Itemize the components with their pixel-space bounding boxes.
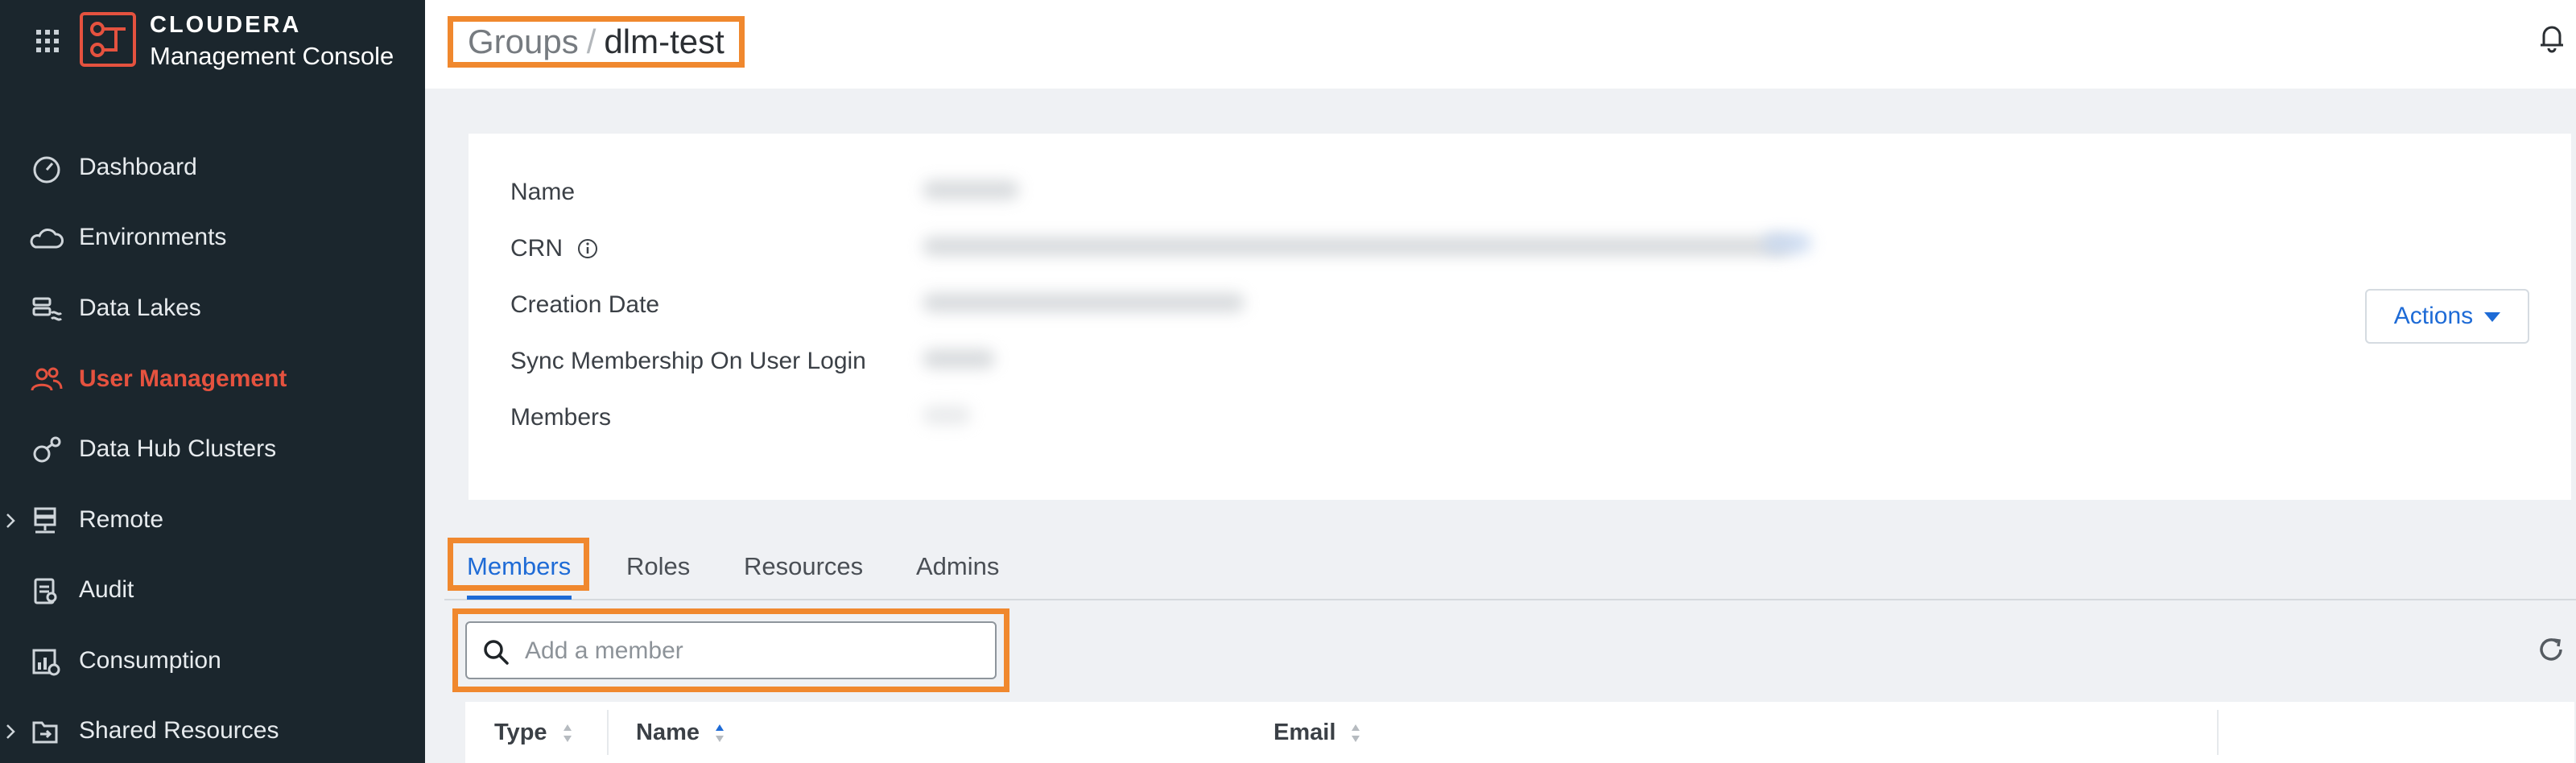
- tabs-divider: [444, 599, 2576, 600]
- tab-admins[interactable]: Admins: [916, 552, 999, 581]
- actions-dropdown-button[interactable]: Actions: [2365, 289, 2529, 344]
- dashboard-gauge-icon: [33, 156, 60, 184]
- sort-ascending-icon: [716, 724, 724, 743]
- search-icon: [484, 640, 509, 665]
- consumption-chart-icon: [32, 649, 60, 676]
- members-table-header: Type Name Email: [465, 702, 2574, 763]
- sidebar-item-audit[interactable]: Audit: [0, 565, 425, 617]
- sidebar-item-shared-resources[interactable]: Shared Resources: [0, 706, 425, 757]
- column-divider: [2217, 710, 2219, 755]
- tab-members[interactable]: Members: [467, 552, 571, 581]
- cloudera-logo-icon[interactable]: [79, 11, 137, 68]
- sidebar-item-remote[interactable]: Remote: [0, 495, 425, 546]
- brand-product: Management Console: [150, 42, 394, 70]
- sidebar-item-label: Consumption: [79, 647, 221, 674]
- add-member-search: [465, 621, 997, 679]
- add-member-input[interactable]: [523, 631, 977, 671]
- sidebar-item-label: Data Lakes: [79, 295, 201, 321]
- sidebar-item-label: Shared Resources: [79, 717, 279, 744]
- chevron-right-icon[interactable]: [5, 511, 18, 530]
- sidebar-item-user-management[interactable]: User Management: [0, 354, 425, 406]
- caret-down-icon: [2484, 312, 2501, 323]
- breadcrumb-groups-link[interactable]: Groups: [468, 23, 579, 60]
- chevron-right-icon[interactable]: [5, 722, 18, 741]
- sidebar-item-data-lakes[interactable]: Data Lakes: [0, 283, 425, 335]
- brand-title[interactable]: CLOUDERA Management Console: [150, 11, 394, 71]
- detail-label-members: Members: [510, 404, 612, 431]
- sidebar-item-label: Audit: [79, 576, 134, 603]
- sidebar: CLOUDERA Management Console Dashboard En…: [0, 0, 425, 763]
- sidebar-item-label: Dashboard: [79, 154, 197, 180]
- column-header-email[interactable]: Email: [1274, 720, 1361, 746]
- sidebar-item-consumption[interactable]: Consumption: [0, 636, 425, 687]
- remote-server-icon: [34, 507, 56, 534]
- header-bar: Groups / dlm-test: [425, 0, 2576, 89]
- sort-icon: [563, 724, 572, 743]
- sidebar-item-label: Remote: [79, 506, 164, 533]
- tab-roles[interactable]: Roles: [626, 552, 690, 581]
- breadcrumb-separator: /: [586, 23, 597, 60]
- sidebar-item-data-hub-clusters[interactable]: Data Hub Clusters: [0, 424, 425, 476]
- tab-resources[interactable]: Resources: [744, 552, 863, 581]
- detail-label-crn: CRN: [510, 235, 598, 262]
- sidebar-item-label: Environments: [79, 224, 227, 250]
- group-tabs: Members Roles Resources Admins: [444, 538, 2576, 602]
- detail-label-sync-membership: Sync Membership On User Login: [510, 348, 866, 374]
- users-icon: [31, 367, 63, 391]
- redacted-details-values: [894, 134, 1884, 447]
- breadcrumb-current-group: dlm-test: [604, 23, 724, 60]
- cloud-icon: [30, 229, 64, 249]
- notification-bell-icon[interactable]: [2536, 19, 2568, 55]
- refresh-icon[interactable]: [2534, 633, 2568, 666]
- active-tab-underline: [467, 596, 572, 600]
- column-header-name[interactable]: Name: [636, 720, 725, 746]
- sidebar-item-environments[interactable]: Environments: [0, 212, 425, 264]
- column-divider: [607, 710, 609, 755]
- sidebar-item-dashboard[interactable]: Dashboard: [0, 142, 425, 194]
- detail-label-creation-date: Creation Date: [510, 291, 660, 318]
- sidebar-item-label: Data Hub Clusters: [79, 435, 277, 462]
- sidebar-item-label: User Management: [79, 365, 287, 392]
- clusters-icon: [33, 436, 61, 463]
- audit-clipboard-icon: [34, 578, 57, 604]
- breadcrumb: Groups / dlm-test: [448, 16, 745, 68]
- info-circle-icon[interactable]: [577, 238, 598, 259]
- column-header-type[interactable]: Type: [494, 720, 573, 746]
- detail-label-name: Name: [510, 179, 576, 205]
- shared-resources-icon: [32, 721, 58, 744]
- brand-company: CLOUDERA: [150, 12, 302, 38]
- app-switcher-grid-icon[interactable]: [35, 29, 60, 53]
- group-details-card: Name CRN Creation Date Sync Membership O…: [469, 134, 2571, 500]
- sort-icon: [1352, 724, 1360, 743]
- data-lake-icon: [32, 297, 63, 321]
